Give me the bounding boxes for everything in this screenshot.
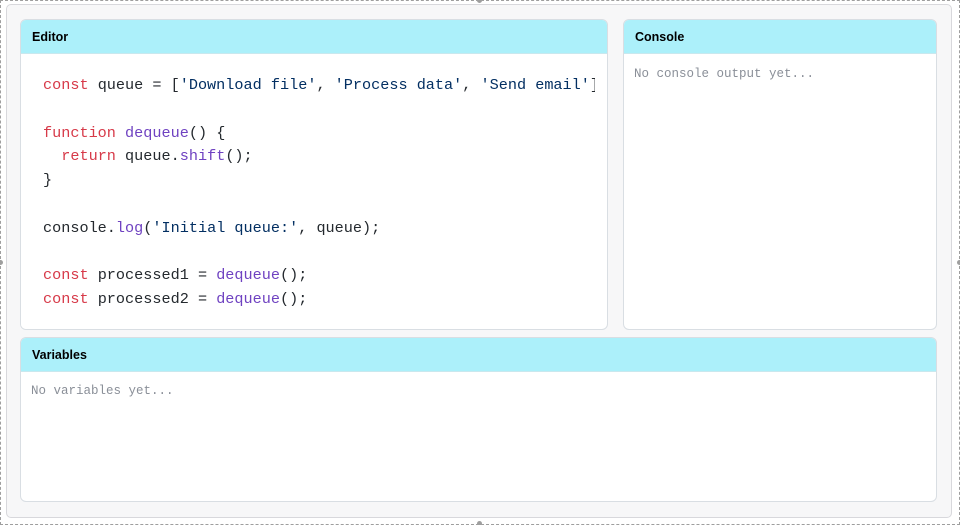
code-token: queue. [115, 147, 180, 166]
console-placeholder: No console output yet... [634, 67, 815, 81]
console-panel: Console No console output yet... [623, 19, 937, 330]
code-token: dequeue [216, 290, 280, 309]
variables-panel: Variables No variables yet... [20, 337, 937, 502]
code-token: console. [43, 218, 116, 237]
code-token: processed1 = [88, 266, 217, 285]
code-token: function [43, 123, 116, 142]
code-token: const [43, 76, 89, 94]
code-token: const [43, 266, 89, 285]
editor-header: Editor [21, 20, 607, 54]
code-editor[interactable]: const queue = ['Download file', 'Process… [21, 55, 595, 329]
code-token: () { [188, 123, 226, 142]
code-token: (); [225, 147, 253, 166]
code-token: , queue); [298, 218, 381, 237]
variables-header: Variables [21, 338, 936, 372]
code-line: const processed1 = dequeue(); [43, 264, 595, 288]
code-token: return [61, 147, 116, 166]
code-line: } [43, 169, 595, 193]
code-token: , [462, 76, 481, 94]
variables-placeholder: No variables yet... [31, 384, 174, 398]
code-line: const queue = ['Download file', 'Process… [43, 74, 595, 98]
code-token: processed2 = [88, 290, 217, 309]
code-line: const processed2 = dequeue(); [43, 288, 595, 312]
code-line: console.log('Initial queue:', queue); [43, 217, 595, 241]
editor-panel: Editor const queue = ['Download file', '… [20, 19, 608, 330]
resize-handle-bottom[interactable] [477, 521, 482, 525]
code-token: ]; [590, 76, 595, 94]
code-token: dequeue [216, 266, 280, 285]
code-content[interactable]: const queue = ['Download file', 'Process… [43, 74, 595, 312]
code-line: function dequeue() { [43, 122, 595, 146]
code-token: log [115, 218, 144, 237]
code-token: shift [179, 147, 226, 166]
code-token: } [43, 171, 53, 190]
code-token: 'Process data' [334, 76, 463, 94]
code-token: (); [280, 290, 308, 309]
code-token: , [316, 76, 335, 94]
console-header: Console [624, 20, 936, 54]
code-line: return queue.shift(); [43, 145, 595, 169]
code-token: 'Download file' [179, 76, 317, 94]
code-token: queue = [ [88, 76, 180, 94]
code-token: (); [280, 266, 308, 285]
code-token: 'Send email' [480, 76, 590, 94]
code-token: const [43, 290, 89, 309]
code-token: 'Initial queue:' [152, 218, 299, 237]
code-token: dequeue [125, 123, 189, 142]
